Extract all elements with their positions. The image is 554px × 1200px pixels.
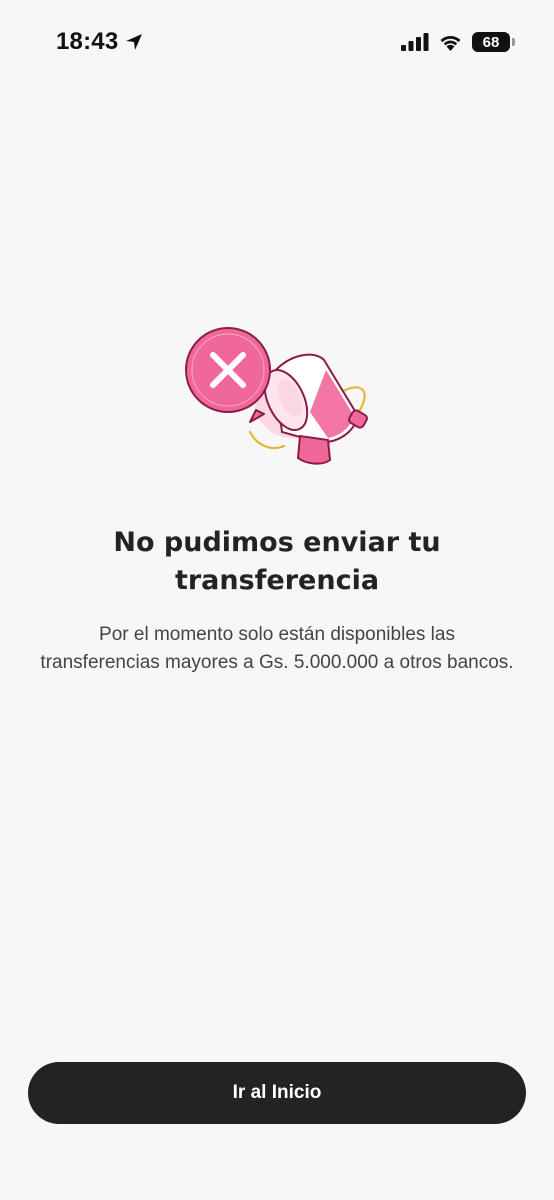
cellular-signal-icon [401, 33, 429, 51]
battery-level: 68 [482, 33, 500, 51]
status-bar: 18:43 68 [0, 0, 554, 84]
status-indicators: 68 [401, 28, 515, 56]
location-arrow-icon [126, 34, 143, 50]
megaphone-error-illustration [178, 320, 378, 470]
megaphone-error-icon [185, 327, 368, 465]
status-time: 18:43 [56, 28, 119, 55]
go-home-button[interactable]: Ir al Inicio [28, 1062, 526, 1124]
status-time-group: 18:43 [56, 26, 144, 58]
wifi-icon [440, 35, 461, 51]
error-title: No pudimos enviar tu transferencia [113, 527, 441, 596]
error-message: Por el momento solo están disponibles la… [40, 624, 514, 673]
battery-icon: 68 [472, 32, 515, 52]
